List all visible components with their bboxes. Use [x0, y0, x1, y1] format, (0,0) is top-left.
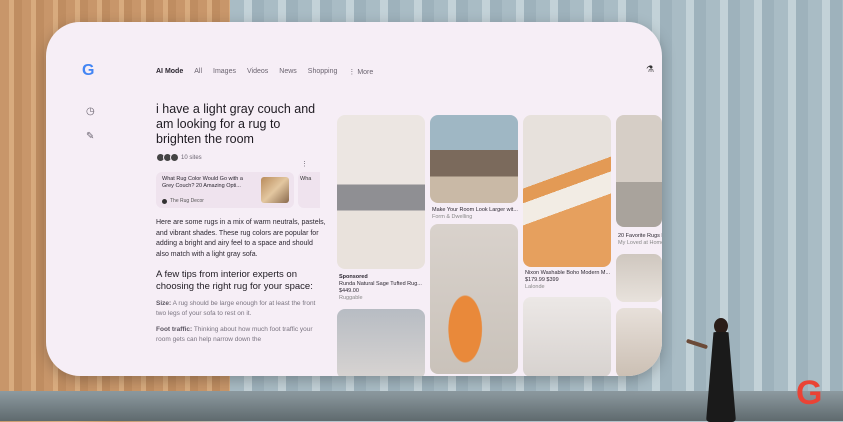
more-options-icon[interactable]: ⋮	[301, 160, 308, 168]
google-corner-logo: G	[796, 374, 823, 412]
result-image-8[interactable]	[616, 254, 662, 302]
result-image-3[interactable]	[523, 115, 611, 267]
result-image-5[interactable]	[337, 309, 425, 376]
result-image-2[interactable]	[430, 115, 518, 203]
top-bar	[46, 22, 662, 70]
presentation-screen: G AI Mode All Images Videos News Shoppin…	[46, 22, 662, 376]
source-card-site: The Rug Decor	[162, 198, 204, 204]
tab-shopping[interactable]: Shopping	[308, 68, 338, 76]
source-favicons	[156, 153, 179, 162]
google-logo[interactable]: G	[82, 62, 94, 80]
tab-images[interactable]: Images	[213, 68, 236, 76]
tab-ai-mode[interactable]: AI Mode	[156, 68, 183, 76]
sources-count: 10 sites	[181, 154, 202, 161]
query-text: i have a light gray couch and am looking…	[156, 102, 316, 146]
edit-icon[interactable]: ✎	[86, 131, 95, 142]
result-image-9[interactable]	[616, 308, 662, 376]
tip-size: Size: A rug should be large enough for a…	[156, 300, 316, 317]
result-image-1[interactable]	[337, 115, 425, 269]
result-caption-3: Nixon Washable Boho Modern M... $179.99 …	[525, 270, 611, 290]
result-caption-2: Make Your Room Look Larger wit... Form &…	[432, 207, 518, 220]
result-image-7[interactable]	[523, 297, 611, 376]
result-image-4[interactable]	[616, 115, 662, 227]
tips-heading: A few tips from interior experts on choo…	[156, 269, 313, 292]
tab-more[interactable]: ⋮ More	[348, 68, 373, 76]
result-image-6[interactable]	[430, 224, 518, 374]
flask-icon[interactable]: ⚗	[646, 64, 654, 75]
answer-intro: Here are some rugs in a mix of warm neut…	[156, 219, 326, 258]
presenter	[685, 318, 744, 422]
source-card-thumbnail	[261, 177, 289, 203]
search-tabs: AI Mode All Images Videos News Shopping …	[156, 68, 373, 76]
source-card[interactable]: What Rug Color Would Go with a Grey Couc…	[156, 172, 294, 208]
source-card-title: What Rug Color Would Go with a Grey Couc…	[162, 176, 243, 189]
tip-foot-traffic: Foot traffic: Thinking about how much fo…	[156, 326, 313, 343]
tab-all[interactable]: All	[194, 68, 202, 76]
result-caption-4: 20 Favorite Rugs F... My Loved at Home	[618, 233, 662, 246]
answer-panel: i have a light gray couch and am looking…	[156, 102, 326, 345]
tab-news[interactable]: News	[279, 68, 297, 76]
source-card-next[interactable]: Wha	[298, 172, 320, 208]
result-caption-1: Sponsored Runda Natural Sage Tufted Rug.…	[339, 274, 422, 301]
left-rail: ◷ ✎	[86, 106, 95, 142]
tab-videos[interactable]: Videos	[247, 68, 268, 76]
history-icon[interactable]: ◷	[86, 106, 95, 117]
